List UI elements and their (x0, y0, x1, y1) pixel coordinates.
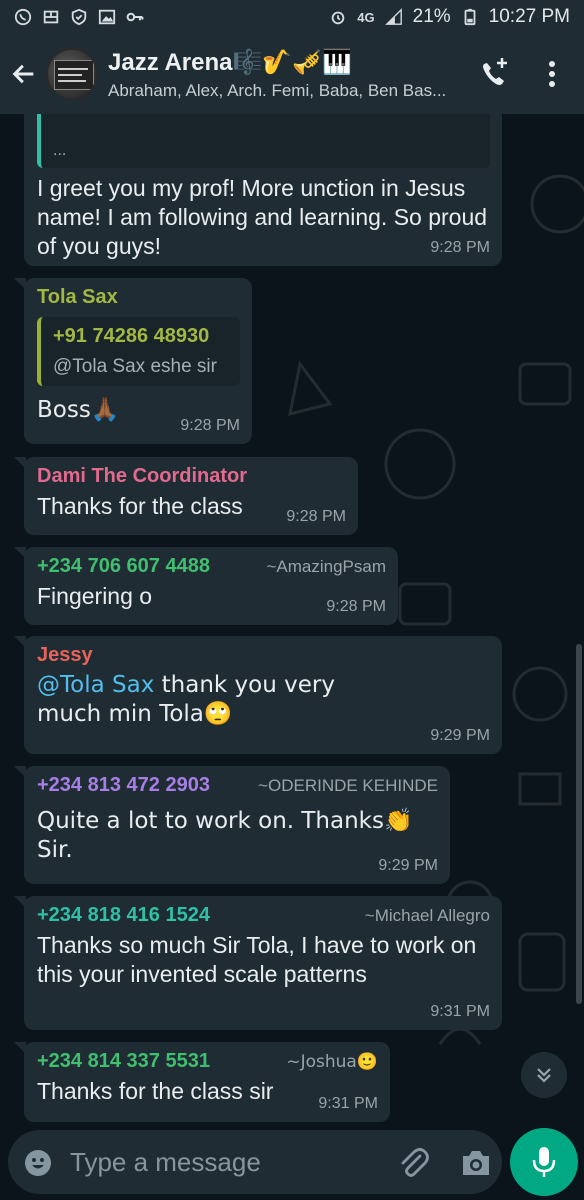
message-bubble[interactable]: +234 814 337 5531 ~Joshua🙂 Thanks for th… (14, 1042, 390, 1122)
quoted-message[interactable]: ... (37, 114, 490, 168)
sender-pushname: ~ODERINDE KEHINDE (258, 776, 438, 795)
sender-number: +234 814 337 5531 (37, 1050, 210, 1072)
quote-text: @Tola Sax eshe sir (53, 356, 217, 377)
message-time: 9:31 PM (318, 1095, 378, 1112)
sender-name: Jessy (37, 644, 93, 666)
shield-icon (71, 8, 87, 26)
chevron-down-icon (537, 1068, 551, 1083)
message-time: 9:28 PM (326, 598, 386, 615)
emoji-icon[interactable] (24, 1149, 52, 1177)
system-status: 4G 21% 10:27 PM (329, 6, 570, 28)
quoted-message[interactable]: +91 74286 48930 @Tola Sax eshe sir (37, 317, 240, 386)
sender-row: +234 706 607 4488 ~AmazingPsam (37, 555, 386, 578)
sender-row: +234 818 416 1524 ~Michael Allegro (37, 904, 490, 927)
mention-link[interactable]: @Tola Sax (37, 672, 154, 698)
sender-number: +234 813 472 2903 (37, 774, 210, 796)
notification-icons (14, 8, 144, 26)
camera-icon[interactable] (460, 1148, 492, 1178)
network-type: 4G (357, 9, 375, 25)
message-input-container[interactable]: Type a message (8, 1130, 502, 1194)
image-icon (98, 9, 116, 25)
message-bubble[interactable]: Tola Sax +91 74286 48930 @Tola Sax eshe … (14, 278, 252, 444)
message-bubble[interactable]: +234 818 416 1524 ~Michael Allegro Thank… (14, 896, 502, 1030)
back-button[interactable] (2, 52, 46, 96)
battery-icon (464, 8, 476, 26)
gallery-icon (43, 10, 59, 24)
message-time: 9:28 PM (430, 239, 490, 256)
whatsapp-icon (14, 8, 32, 26)
back-arrow-icon (12, 64, 34, 84)
message-text: I greet you my prof! More unction in Jes… (37, 175, 488, 259)
scroll-to-bottom-button[interactable] (521, 1052, 567, 1098)
group-members: Abraham, Alex, Arch. Femi, Baba, Ben Bas… (108, 80, 447, 100)
sender-pushname: ~AmazingPsam (266, 557, 386, 576)
signal-icon (384, 8, 402, 25)
message-time: 9:31 PM (430, 1003, 490, 1020)
chat-header: Jazz Arena🎼🎷🎺🎹 Abraham, Alex, Arch. Femi… (0, 34, 584, 114)
mic-icon (532, 1147, 556, 1177)
quote-sender: +91 74286 48930 (53, 325, 210, 347)
message-time: 9:28 PM (180, 417, 240, 434)
message-bubble[interactable]: +234 813 472 2903 ~ODERINDE KEHINDE Quit… (14, 766, 450, 884)
sender-name: Dami The Coordinator (37, 465, 248, 487)
sender-pushname: ~Joshua🙂 (286, 1052, 378, 1072)
group-name: Jazz Arena🎼🎷🎺🎹 (108, 48, 353, 76)
quote-ellipsis: ... (53, 142, 67, 159)
sender-name: Tola Sax (37, 286, 118, 308)
message-bubble[interactable]: Dami The Coordinator Thanks for the clas… (14, 457, 358, 535)
sender-row: +234 814 337 5531 ~Joshua🙂 (37, 1050, 378, 1073)
message-text: @Tola Sax thank you very much min Tola🙄 (37, 672, 335, 727)
chat-title-area[interactable]: Jazz Arena🎼🎷🎺🎹 Abraham, Alex, Arch. Femi… (108, 48, 468, 101)
message-bubble[interactable]: +234 706 607 4488 ~AmazingPsam Fingering… (14, 547, 398, 625)
sender-number: +234 706 607 4488 (37, 555, 210, 577)
message-time: 9:29 PM (430, 727, 490, 744)
sender-pushname: ~Michael Allegro (364, 906, 490, 925)
compose-bar: Type a message (0, 1126, 584, 1200)
message-bubble[interactable]: Jessy @Tola Sax thank you very much min … (14, 636, 502, 754)
message-input[interactable]: Type a message (70, 1147, 261, 1178)
message-list[interactable]: ... I greet you my prof! More unction in… (0, 114, 584, 1126)
message-time: 9:28 PM (286, 508, 346, 525)
sender-row: +234 813 472 2903 ~ODERINDE KEHINDE (37, 774, 438, 797)
battery-percent: 21% (412, 6, 451, 27)
message-text: Thanks so much Sir Tola, I have to work … (37, 932, 477, 987)
voice-record-button[interactable] (510, 1128, 578, 1196)
group-avatar[interactable] (46, 48, 98, 100)
more-vert-icon[interactable] (540, 56, 564, 92)
scrollbar[interactable] (576, 644, 582, 1004)
add-call-icon[interactable] (478, 54, 510, 94)
clock: 10:27 PM (488, 6, 570, 27)
message-bubble[interactable]: ... I greet you my prof! More unction in… (24, 114, 502, 266)
attach-icon[interactable] (396, 1146, 430, 1180)
sender-number: +234 818 416 1524 (37, 904, 210, 926)
alarm-icon (331, 11, 345, 25)
status-bar: 4G 21% 10:27 PM (0, 0, 584, 34)
message-time: 9:29 PM (378, 857, 438, 874)
key-icon (126, 12, 144, 22)
